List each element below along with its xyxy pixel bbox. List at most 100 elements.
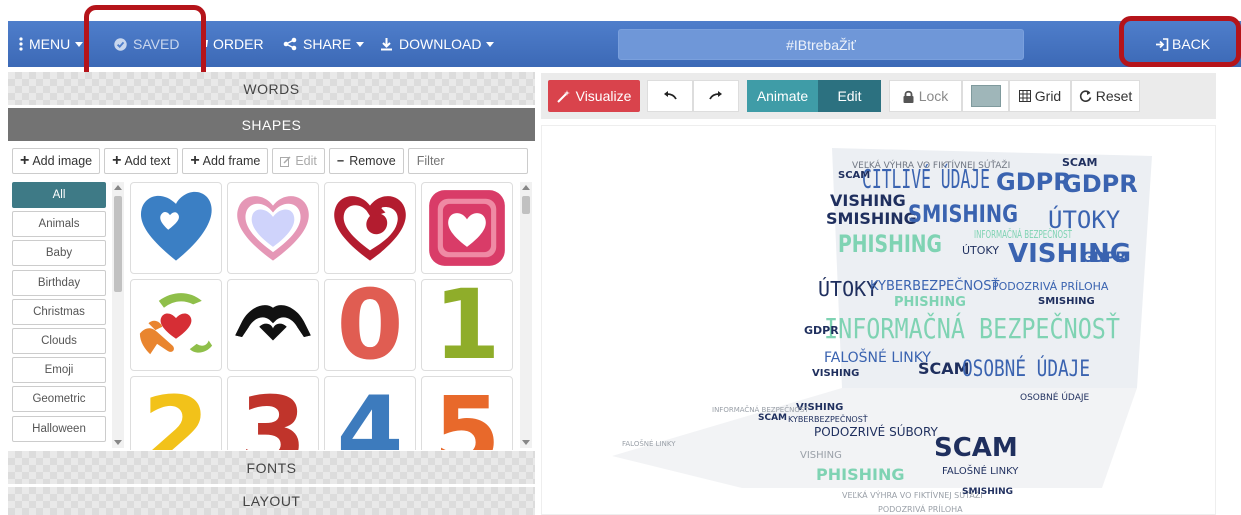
menu-button[interactable]: MENU — [19, 21, 84, 67]
category-item-birthday[interactable]: Birthday — [12, 269, 106, 296]
cloud-word: SCAM — [758, 413, 787, 423]
reset-button[interactable]: Reset — [1071, 80, 1140, 112]
category-item-animals[interactable]: Animals — [12, 211, 106, 238]
download-button[interactable]: DOWNLOAD — [380, 21, 495, 67]
cloud-word: KYBERBEZPEČNOSŤ — [788, 413, 868, 424]
shape-hands-heart-silhouette[interactable] — [227, 279, 319, 371]
category-item-halloween[interactable]: Halloween — [12, 415, 106, 442]
category-item-clouds[interactable]: Clouds — [12, 327, 106, 354]
cloud-word: FALOŠNÉ LINKY — [942, 464, 1019, 477]
add-text-button[interactable]: + Add text — [104, 148, 179, 174]
share-label: SHARE — [303, 36, 352, 52]
shapes-section-header[interactable]: SHAPES — [8, 108, 535, 141]
magic-wand-icon — [556, 89, 571, 103]
lock-label: Lock — [918, 88, 949, 104]
shape-heart-outline[interactable] — [227, 182, 319, 274]
cloud-word: PHISHING — [838, 230, 942, 258]
heart-outline-icon — [237, 196, 309, 261]
shape-heart-arrow[interactable] — [324, 182, 416, 274]
saved-label: SAVED — [133, 36, 180, 52]
category-scroll-thumb[interactable] — [114, 196, 122, 292]
scroll-down-icon — [114, 440, 122, 445]
order-button[interactable]: ORDER — [201, 21, 264, 67]
words-section-header[interactable]: WORDS — [8, 72, 535, 105]
shape-number-0[interactable]: 0 — [324, 279, 416, 371]
category-item-emoji[interactable]: Emoji — [12, 357, 106, 384]
saved-status[interactable]: SAVED — [114, 21, 179, 67]
check-circle-icon — [114, 37, 127, 51]
cloud-word: VISHING — [830, 191, 906, 210]
number-5-glyph: 5 — [433, 376, 501, 450]
category-label: Clouds — [41, 334, 77, 347]
shape-filter-input[interactable] — [407, 148, 528, 174]
category-label: All — [52, 189, 66, 201]
edit-mode-button[interactable]: Edit — [818, 80, 881, 112]
back-label: BACK — [1172, 36, 1211, 52]
layout-section-header[interactable]: LAYOUT — [8, 487, 535, 515]
remove-shape-label: Remove — [349, 154, 396, 168]
word-cloud-canvas[interactable]: VEĽKÁ VÝHRA VO FIKTÍVNEJ SÚŤAŽI CITLIVÉ … — [541, 125, 1216, 515]
remove-shape-button[interactable]: − Remove — [328, 148, 404, 174]
visualize-button[interactable]: Visualize — [548, 80, 640, 112]
category-item-baby[interactable]: Baby — [12, 240, 106, 267]
cloud-word: OSOBNÉ ÚDAJE — [962, 356, 1090, 382]
shape-number-1[interactable]: 1 — [421, 279, 513, 371]
category-scrollbar[interactable] — [112, 182, 124, 448]
category-label: Emoji — [44, 364, 74, 377]
edit-shape-label: Edit — [295, 154, 317, 168]
shapes-toolbar: + Add image + Add text + Add frame Edit … — [12, 148, 528, 174]
shape-hands-heart[interactable] — [130, 279, 222, 371]
grid-label: Grid — [1034, 88, 1062, 104]
sign-in-icon — [1155, 37, 1169, 51]
scroll-up-icon — [522, 185, 530, 190]
add-frame-button[interactable]: + Add frame — [182, 148, 269, 174]
plus-icon: + — [20, 152, 30, 169]
shapes-section-label: SHAPES — [241, 116, 302, 133]
scroll-up-icon — [114, 185, 122, 190]
number-3-glyph: 3 — [239, 376, 307, 450]
edit-mode-label: Edit — [837, 88, 862, 104]
back-button[interactable]: BACK — [1155, 21, 1210, 67]
category-list: All Animals Baby Birthday Christmas Clou… — [12, 182, 118, 450]
cloud-title-field[interactable]: #IBtrebaŽiť — [618, 29, 1024, 60]
animate-button[interactable]: Animate — [747, 80, 818, 112]
chevron-down-icon — [356, 41, 365, 47]
shape-heart-square[interactable] — [421, 182, 513, 274]
number-2-glyph: 2 — [142, 376, 210, 450]
category-label: Baby — [45, 247, 73, 260]
lock-button[interactable]: Lock — [889, 80, 962, 112]
redo-button[interactable] — [693, 80, 739, 112]
order-label: ORDER — [213, 36, 264, 52]
shape-number-4[interactable]: 4 — [324, 376, 416, 450]
category-item-geometric[interactable]: Geometric — [12, 386, 106, 413]
share-button[interactable]: SHARE — [283, 21, 365, 67]
vertical-ellipsis-icon — [19, 37, 23, 51]
undo-button[interactable] — [647, 80, 693, 112]
shape-grid-scrollbar[interactable] — [520, 182, 532, 448]
shape-number-5[interactable]: 5 — [421, 376, 513, 450]
shape-number-2[interactable]: 2 — [130, 376, 222, 450]
shape-grid: 0 1 2 3 4 5 — [130, 182, 516, 450]
grid-toggle-button[interactable]: Grid — [1009, 80, 1071, 112]
word-cloud-laptop: VEĽKÁ VÝHRA VO FIKTÍVNEJ SÚŤAŽI CITLIVÉ … — [612, 148, 1152, 514]
heart-arrow-icon — [334, 196, 406, 261]
shape-number-3[interactable]: 3 — [227, 376, 319, 450]
cloud-word: FALOŠNÉ LINKY — [622, 439, 676, 448]
color-swatch-button[interactable] — [962, 80, 1009, 112]
category-label: Christmas — [33, 305, 85, 318]
category-label: Halloween — [32, 422, 86, 435]
shape-grid-scroll-thumb[interactable] — [522, 196, 530, 214]
add-image-button[interactable]: + Add image — [12, 148, 101, 174]
cloud-word: PODOZRIVÁ PRÍLOHA — [992, 280, 1109, 293]
shape-heart[interactable] — [130, 182, 222, 274]
fonts-section-header[interactable]: FONTS — [8, 451, 535, 484]
category-item-christmas[interactable]: Christmas — [12, 298, 106, 325]
share-icon — [283, 37, 297, 51]
cloud-word: SMISHING — [826, 209, 917, 228]
category-label: Geometric — [32, 393, 86, 406]
undo-icon — [663, 91, 677, 101]
edit-shape-button[interactable]: Edit — [272, 148, 325, 174]
cloud-word: SCAM — [838, 170, 870, 181]
left-panel: WORDS SHAPES + Add image + Add text + Ad… — [8, 72, 535, 515]
category-item-all[interactable]: All — [12, 182, 106, 208]
